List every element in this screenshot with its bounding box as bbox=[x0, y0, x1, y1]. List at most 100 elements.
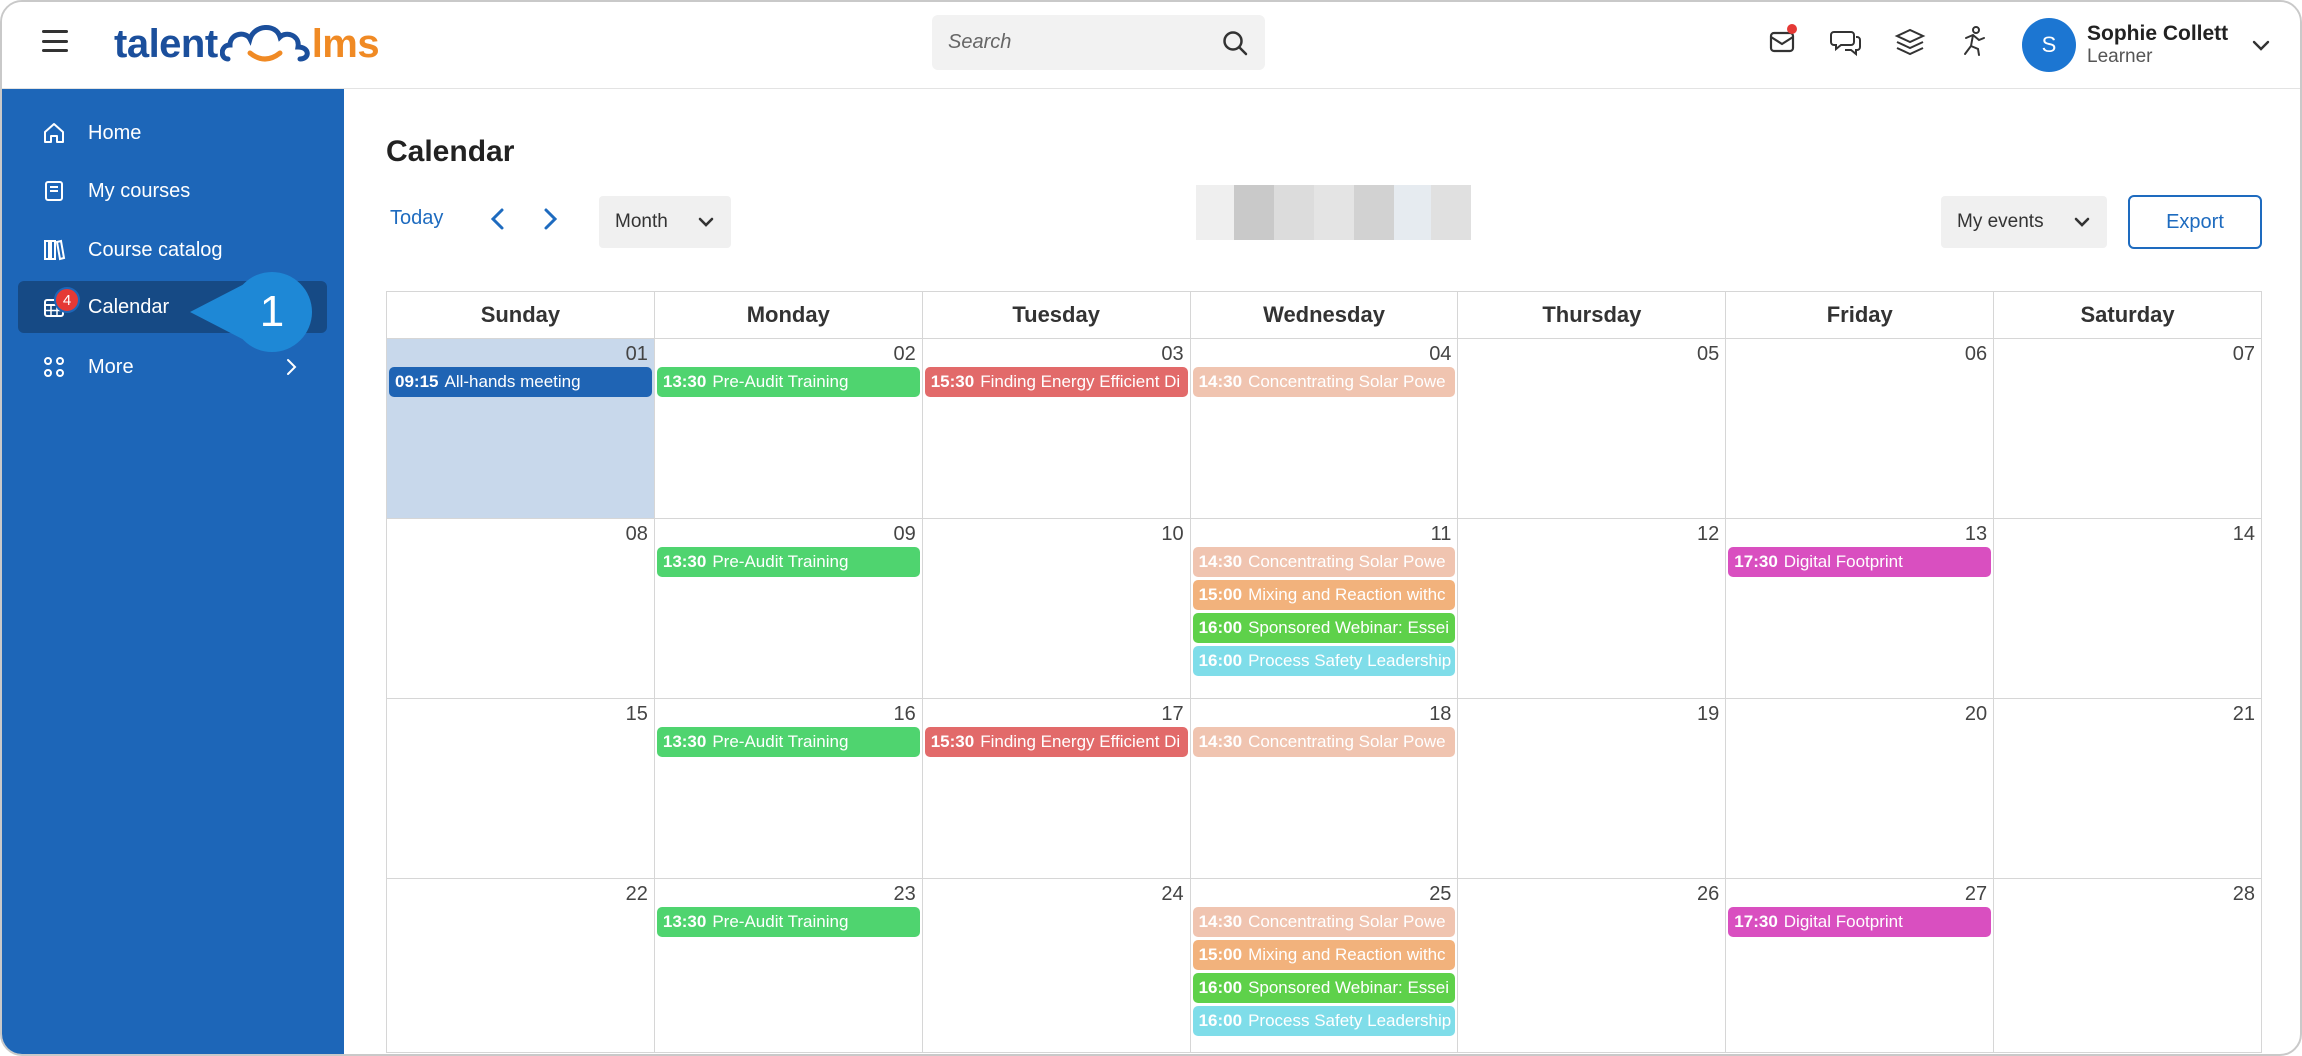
event-title: Concentrating Solar Powe bbox=[1248, 372, 1446, 391]
calendar-day-cell[interactable]: 09 13:30 Pre-Audit Training bbox=[655, 519, 923, 698]
view-select[interactable]: Month bbox=[599, 196, 731, 248]
calendar-event[interactable]: 15:30 Finding Energy Efficient Di bbox=[924, 367, 1188, 397]
calendar-day-cell[interactable]: 03 15:30 Finding Energy Efficient Di bbox=[923, 339, 1191, 518]
calendar-day-cell[interactable]: 11 14:30 Concentrating Solar Powe 15:00 Mixi… bbox=[1191, 519, 1459, 698]
search-icon[interactable] bbox=[1221, 29, 1249, 57]
calendar-day-cell[interactable]: 23 13:30 Pre-Audit Training bbox=[655, 879, 923, 1052]
chevron-right-icon bbox=[287, 359, 297, 375]
chevron-left-icon[interactable] bbox=[484, 205, 512, 233]
calendar-day-cell[interactable]: 05 bbox=[1458, 339, 1727, 518]
event-time: 15:30 bbox=[930, 732, 975, 751]
export-button[interactable]: Export bbox=[2128, 195, 2262, 249]
discussions-icon[interactable] bbox=[1829, 24, 1863, 58]
skills-icon[interactable] bbox=[1957, 24, 1991, 58]
callout-number-1: 1 bbox=[259, 287, 285, 336]
calendar-event[interactable]: 09:15 All-hands meeting bbox=[389, 367, 652, 397]
sidebar: Home My courses Course catalog 4 Calenda… bbox=[2, 89, 344, 1054]
calendar-event[interactable]: 13:30 Pre-Audit Training bbox=[656, 727, 920, 757]
talentlms-logo[interactable]: talent lms bbox=[114, 16, 380, 72]
calendar-event[interactable]: 15:30 Finding Energy Efficient Di bbox=[924, 727, 1188, 757]
calendar-event[interactable]: 15:00 Mixing and Reaction withc bbox=[1192, 580, 1456, 610]
calendar-event[interactable]: 16:00 Sponsored Webinar: Essei bbox=[1192, 613, 1456, 643]
day-number: 04 bbox=[1429, 343, 1452, 365]
calendar-day-cell[interactable]: 28 bbox=[1994, 879, 2261, 1052]
sidebar-item-home[interactable]: Home bbox=[18, 107, 327, 159]
sidebar-item-my-courses[interactable]: My courses bbox=[18, 165, 327, 217]
event-time: 15:00 bbox=[1198, 585, 1243, 604]
calendar-day-cell[interactable]: 25 14:30 Concentrating Solar Powe 15:00 Mixi… bbox=[1191, 879, 1459, 1052]
calendar-day-cell[interactable]: 04 14:30 Concentrating Solar Powe bbox=[1191, 339, 1459, 518]
sidebar-item-label: My courses bbox=[88, 179, 191, 202]
day-number: 12 bbox=[1697, 523, 1720, 545]
event-time: 14:30 bbox=[1198, 912, 1243, 931]
day-number: 25 bbox=[1429, 883, 1452, 905]
calendar-event[interactable]: 15:00 Mixing and Reaction withc bbox=[1192, 940, 1456, 970]
calendar-event[interactable]: 13:30 Pre-Audit Training bbox=[656, 907, 920, 937]
calendar-event[interactable]: 17:30 Digital Footprint bbox=[1728, 547, 1992, 577]
user-name: Sophie Collett bbox=[2087, 22, 2229, 45]
calendar-day-cell[interactable]: 15 bbox=[387, 699, 655, 878]
calendar-day-cell[interactable]: 06 bbox=[1726, 339, 1995, 518]
calendar-day-cell[interactable]: 10 bbox=[923, 519, 1191, 698]
calendar-grid: Sunday Monday Tuesday Wednesday Thursday… bbox=[386, 291, 2262, 1053]
notification-badge: 4 bbox=[54, 287, 80, 313]
calendar-event[interactable]: 16:00 Sponsored Webinar: Essei bbox=[1192, 973, 1456, 1003]
event-title: Pre-Audit Training bbox=[712, 552, 849, 571]
calendar-day-cell[interactable]: 13 17:30 Digital Footprint bbox=[1726, 519, 1995, 698]
search-input[interactable] bbox=[948, 15, 1208, 70]
calendar-event[interactable]: 14:30 Concentrating Solar Powe bbox=[1192, 727, 1456, 757]
event-time: 16:00 bbox=[1198, 1011, 1243, 1030]
day-number: 06 bbox=[1964, 343, 1988, 365]
event-time: 17:30 bbox=[1734, 912, 1778, 931]
calendar-event[interactable]: 14:30 Concentrating Solar Powe bbox=[1192, 907, 1456, 937]
calendar-day-cell[interactable]: 12 bbox=[1458, 519, 1727, 698]
hamburger-menu-icon[interactable] bbox=[42, 30, 68, 52]
calendar-day-cell[interactable]: 01 09:15 All-hands meeting bbox=[387, 339, 655, 518]
calendar-week: 08 09 13:30 Pre-Audit Training 10 11 14:30 Conc… bbox=[386, 518, 2262, 698]
calendar-event[interactable]: 14:30 Concentrating Solar Powe bbox=[1192, 547, 1456, 577]
day-events: 15:30 Finding Energy Efficient Di bbox=[924, 727, 1188, 757]
calendar-day-cell[interactable]: 08 bbox=[387, 519, 655, 698]
calendar-weeks: 01 09:15 All-hands meeting 02 13:30 Pre-Audit… bbox=[386, 338, 2262, 1053]
calendar-event[interactable]: 17:30 Digital Footprint bbox=[1728, 907, 1992, 937]
chevron-right-icon[interactable] bbox=[536, 205, 564, 233]
user-info: Sophie Collett Learner bbox=[2087, 21, 2228, 69]
calendar-event[interactable]: 16:00 Process Safety Leadership bbox=[1192, 1006, 1456, 1036]
view-select-value: Month bbox=[615, 211, 668, 232]
weekday-label: Sunday bbox=[387, 292, 655, 338]
calendar-day-cell[interactable]: 07 bbox=[1994, 339, 2261, 518]
book-icon bbox=[45, 181, 63, 201]
calendar-day-cell[interactable]: 02 13:30 Pre-Audit Training bbox=[655, 339, 923, 518]
calendar-event[interactable]: 13:30 Pre-Audit Training bbox=[656, 367, 920, 397]
day-number: 28 bbox=[2232, 883, 2256, 905]
calendar-day-cell[interactable]: 14 bbox=[1994, 519, 2261, 698]
calendar-day-cell[interactable]: 22 bbox=[387, 879, 655, 1052]
calendar-day-cell[interactable]: 18 14:30 Concentrating Solar Powe bbox=[1191, 699, 1459, 878]
user-menu[interactable]: S Sophie Collett Learner bbox=[2022, 15, 2272, 75]
calendar-day-cell[interactable]: 17 15:30 Finding Energy Efficient Di bbox=[923, 699, 1191, 878]
calendar-event[interactable]: 13:30 Pre-Audit Training bbox=[656, 547, 920, 577]
messages-icon[interactable] bbox=[1765, 24, 1799, 58]
calendar-day-cell[interactable]: 16 13:30 Pre-Audit Training bbox=[655, 699, 923, 878]
calendar-day-cell[interactable]: 27 17:30 Digital Footprint bbox=[1726, 879, 1995, 1052]
day-number: 15 bbox=[625, 703, 648, 725]
sidebar-item-course-catalog[interactable]: Course catalog bbox=[18, 224, 327, 276]
logo-text-lms: lms bbox=[311, 21, 380, 66]
calendar-day-cell[interactable]: 24 bbox=[923, 879, 1191, 1052]
today-button[interactable]: Today bbox=[390, 207, 443, 230]
event-title: Mixing and Reaction withc bbox=[1248, 945, 1446, 964]
event-time: 15:00 bbox=[1198, 945, 1243, 964]
learning-paths-icon[interactable] bbox=[1893, 24, 1927, 58]
calendar-day-cell[interactable]: 26 bbox=[1458, 879, 1727, 1052]
day-number: 03 bbox=[1161, 343, 1184, 365]
day-number: 21 bbox=[2232, 703, 2256, 725]
calendar-event[interactable]: 14:30 Concentrating Solar Powe bbox=[1192, 367, 1456, 397]
event-time: 13:30 bbox=[662, 552, 707, 571]
calendar-day-cell[interactable]: 21 bbox=[1994, 699, 2261, 878]
filter-select-value: My events bbox=[1957, 211, 2044, 232]
filter-select[interactable]: My events bbox=[1941, 196, 2107, 248]
calendar-event[interactable]: 16:00 Process Safety Leadership bbox=[1192, 646, 1456, 676]
calendar-day-cell[interactable]: 19 bbox=[1458, 699, 1727, 878]
library-icon bbox=[44, 239, 66, 261]
calendar-day-cell[interactable]: 20 bbox=[1726, 699, 1995, 878]
